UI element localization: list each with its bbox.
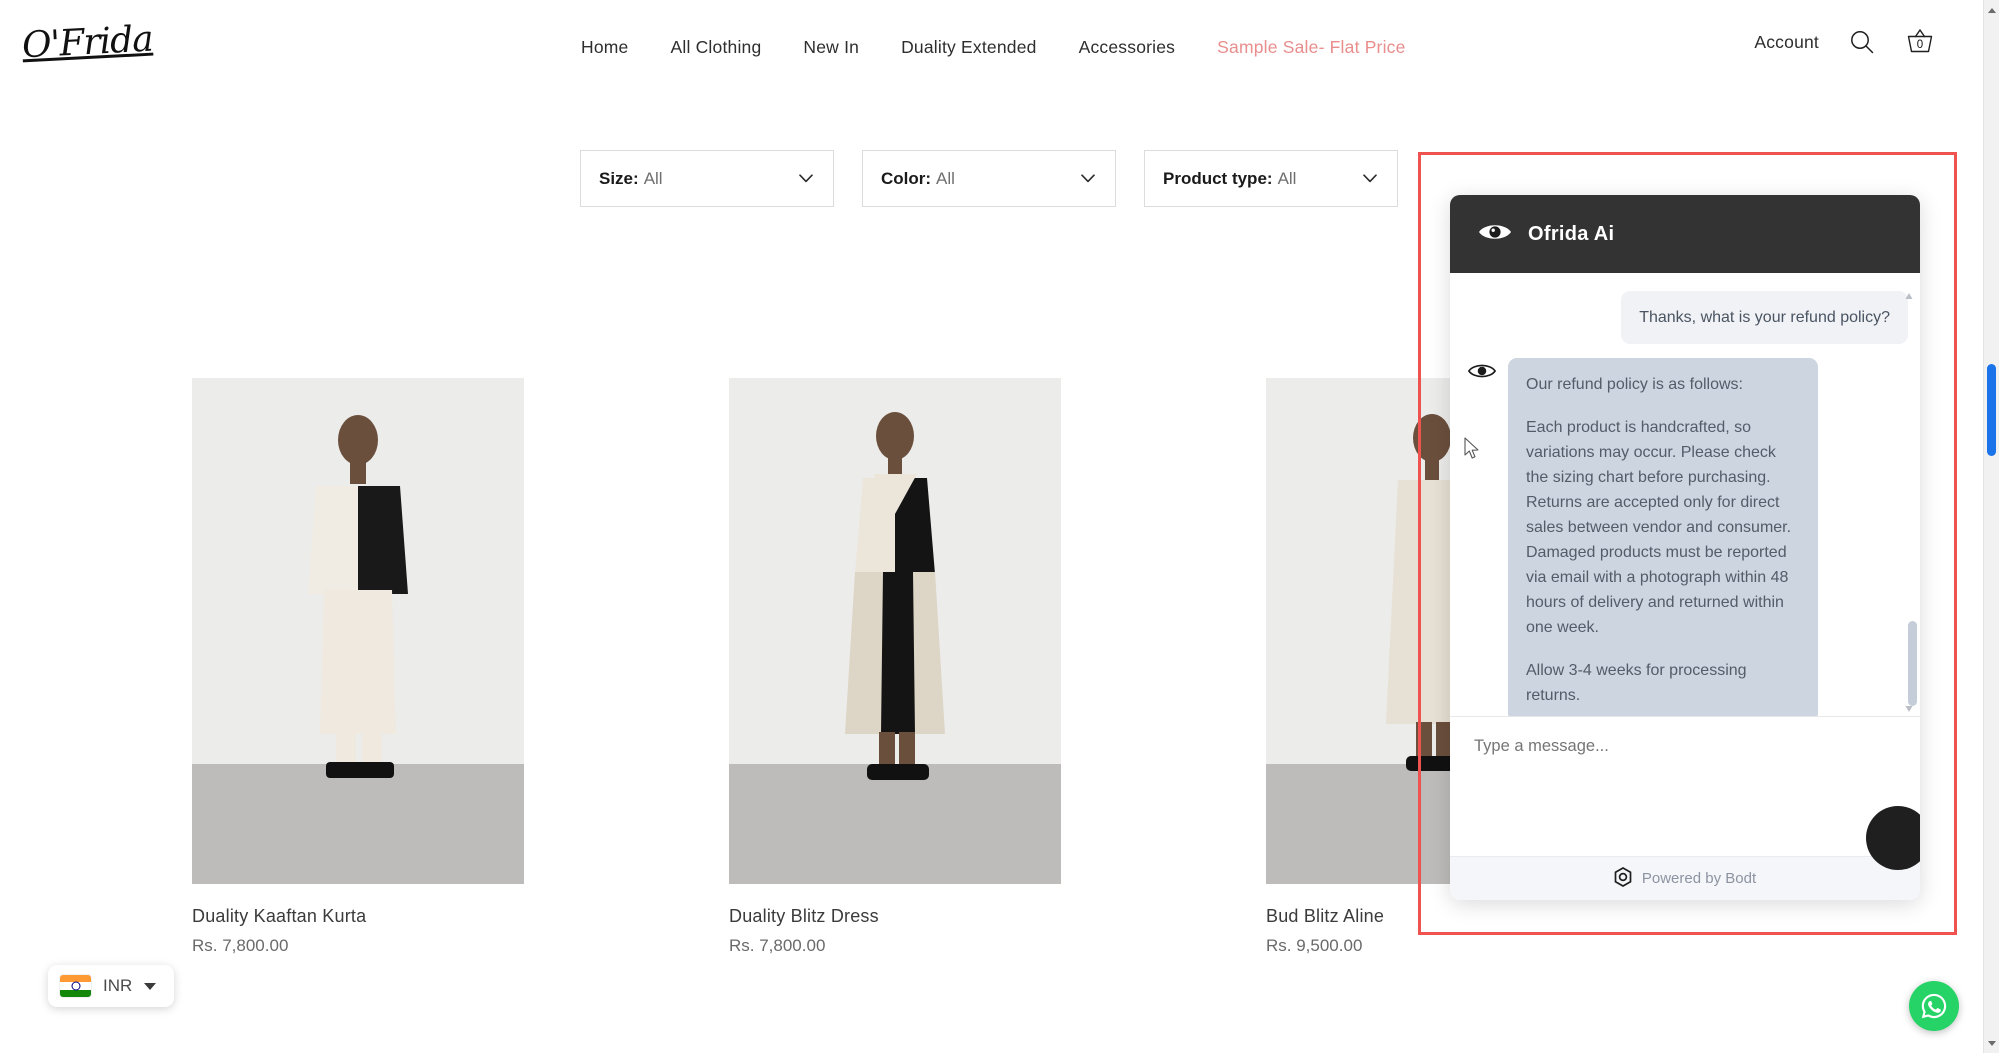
chat-title: Ofrida Ai: [1528, 222, 1615, 245]
basket-count: 0: [1916, 39, 1924, 51]
filter-product-type[interactable]: Product type: All: [1144, 150, 1398, 207]
page-root: O'Frida Home All Clothing New In Duality…: [0, 0, 1999, 1053]
product-card[interactable]: Duality Kaaftan Kurta Rs. 7,800.00: [192, 378, 524, 956]
chat-scrollbar-thumb[interactable]: [1908, 621, 1917, 706]
currency-code: INR: [103, 976, 133, 995]
chat-bubble-bot: Our refund policy is as follows: Each pr…: [1508, 358, 1818, 716]
product-name: Duality Kaaftan Kurta: [192, 906, 367, 926]
chat-input-area: [1450, 716, 1920, 870]
chat-message-bot: Our refund policy is as follows: Each pr…: [1467, 358, 1908, 716]
site-logo[interactable]: O'Frida: [21, 19, 154, 67]
main-navigation: Home All Clothing New In Duality Extende…: [560, 37, 1427, 58]
filter-color[interactable]: Color: All: [862, 150, 1116, 207]
scroll-up-arrow-icon[interactable]: [1984, 2, 1999, 18]
filter-color-value: All: [936, 168, 955, 188]
basket-icon[interactable]: 0: [1905, 28, 1935, 56]
india-flag-icon: [60, 975, 91, 997]
chat-message-list[interactable]: Thanks, what is your refund policy? Our …: [1450, 273, 1920, 716]
product-name: Bud Blitz Aline: [1266, 906, 1385, 926]
product-price: Rs. 9,500.00: [1266, 936, 1363, 955]
header-actions: Account 0: [1754, 28, 1935, 56]
filter-size-label: Size:: [599, 168, 639, 188]
bodt-hexagon-logo: [1614, 866, 1632, 891]
currency-selector[interactable]: INR: [48, 965, 175, 1007]
chevron-down-icon: [799, 170, 813, 188]
chevron-down-icon: [1363, 170, 1377, 188]
eye-icon: [1467, 362, 1497, 385]
nav-item-accessories[interactable]: Accessories: [1058, 37, 1197, 58]
chevron-down-icon: [1081, 170, 1095, 188]
scroll-down-arrow-icon[interactable]: [1984, 1035, 1999, 1051]
nav-item-sample-sale[interactable]: Sample Sale- Flat Price: [1196, 37, 1426, 58]
page-scrollbar[interactable]: [1983, 0, 1999, 1053]
product-price: Rs. 7,800.00: [729, 936, 826, 955]
chat-bot-paragraph: Each product is handcrafted, so variatio…: [1526, 419, 1792, 636]
product-name: Duality Blitz Dress: [729, 906, 879, 926]
scrollbar-thumb[interactable]: [1987, 364, 1996, 456]
chat-widget: Ofrida Ai Thanks, what is your refund po…: [1450, 195, 1920, 900]
search-icon[interactable]: [1849, 29, 1875, 55]
whatsapp-button[interactable]: [1909, 981, 1959, 1031]
filter-product-type-label: Product type:: [1163, 168, 1273, 188]
nav-item-all-clothing[interactable]: All Clothing: [649, 37, 782, 58]
product-card[interactable]: Duality Blitz Dress Rs. 7,800.00: [729, 378, 1061, 956]
chat-header: Ofrida Ai: [1450, 195, 1920, 273]
caret-down-icon: [144, 982, 157, 990]
nav-item-duality-extended[interactable]: Duality Extended: [880, 37, 1058, 58]
filter-bar: Size: All Color: All Product type: All: [580, 150, 1398, 207]
chat-footer: Powered by Bodt: [1450, 856, 1920, 900]
account-link[interactable]: Account: [1754, 32, 1819, 53]
chat-scroll-up-arrow-icon[interactable]: [1905, 287, 1913, 299]
filter-size-value: All: [643, 168, 663, 188]
filter-product-type-value: All: [1277, 168, 1297, 188]
chat-bot-paragraph: Our refund policy is as follows:: [1526, 376, 1743, 393]
nav-item-new-in[interactable]: New In: [782, 37, 880, 58]
product-price: Rs. 7,800.00: [192, 936, 289, 955]
chat-message-input[interactable]: [1474, 737, 1896, 756]
mouse-cursor: [1464, 437, 1481, 466]
eye-icon: [1478, 221, 1512, 248]
chat-message-user: Thanks, what is your refund policy?: [1468, 291, 1908, 344]
whatsapp-icon: [1921, 993, 1947, 1019]
nav-item-home[interactable]: Home: [560, 37, 649, 58]
site-header: O'Frida Home All Clothing New In Duality…: [0, 0, 1983, 100]
chat-bot-paragraph: Allow 3-4 weeks for processing returns.: [1526, 662, 1747, 704]
chat-bubble-user: Thanks, what is your refund policy?: [1621, 291, 1908, 344]
product-image[interactable]: [729, 378, 1061, 884]
chat-footer-text: Powered by Bodt: [1641, 870, 1757, 887]
product-image[interactable]: [192, 378, 524, 884]
filter-size[interactable]: Size: All: [580, 150, 834, 207]
filter-color-label: Color:: [881, 168, 932, 188]
